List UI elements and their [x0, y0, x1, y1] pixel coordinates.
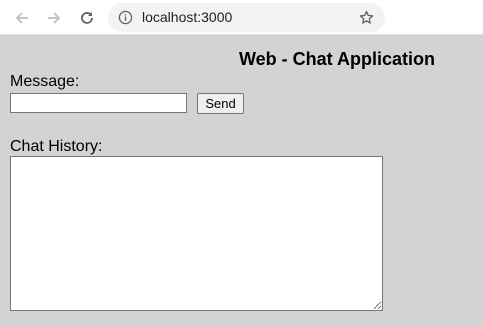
page-title: Web - Chat Application [239, 49, 435, 69]
back-button[interactable] [10, 6, 34, 30]
forward-button[interactable] [42, 6, 66, 30]
address-bar[interactable]: localhost:3000 [108, 3, 385, 32]
page-body: Web - Chat Application Message: Send Cha… [0, 35, 483, 325]
send-button[interactable]: Send [197, 93, 244, 114]
url-text[interactable]: localhost:3000 [142, 9, 232, 26]
star-icon[interactable] [358, 9, 375, 26]
browser-toolbar: localhost:3000 [0, 0, 483, 35]
message-input[interactable] [10, 93, 187, 113]
chat-history-textarea[interactable] [10, 156, 383, 311]
arrow-left-icon [15, 12, 28, 24]
info-icon[interactable] [118, 10, 133, 25]
arrow-right-icon [48, 12, 61, 24]
reload-icon [81, 12, 93, 24]
chat-history-label: Chat History: [10, 138, 103, 155]
reload-button[interactable] [75, 6, 99, 30]
message-label: Message: [10, 73, 80, 90]
